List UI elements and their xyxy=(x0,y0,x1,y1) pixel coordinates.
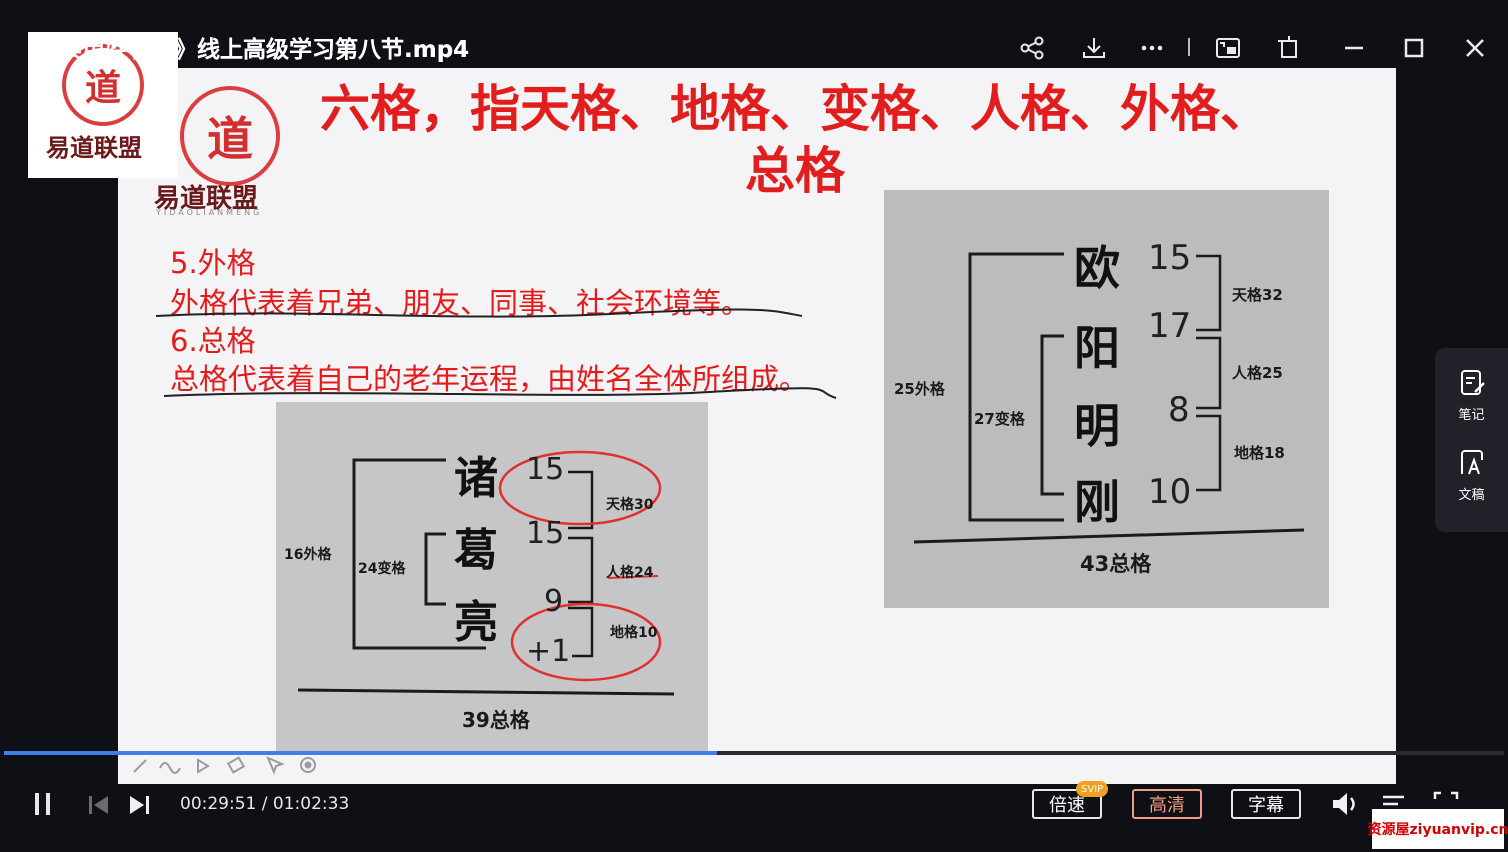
slide-logo-sub: YIDAOLIANMENG xyxy=(156,208,263,217)
ge-label: 人格24 xyxy=(606,565,654,581)
char-zhu: 诸 xyxy=(454,453,498,504)
more-icon[interactable] xyxy=(1132,28,1172,68)
change-ge-label: 24变格 xyxy=(358,561,406,577)
stroke-num: 10 xyxy=(1148,472,1192,512)
char-yang: 阳 xyxy=(1074,321,1120,375)
subtitle-button[interactable]: 字幕 xyxy=(1231,789,1301,819)
char-ming: 明 xyxy=(1074,399,1120,453)
change-ge-label: 27变格 xyxy=(974,410,1025,428)
fullscreen-button[interactable] xyxy=(1432,790,1460,810)
note-edit-icon xyxy=(1457,368,1487,398)
point5-title: 5.外格 xyxy=(170,246,256,280)
close-icon[interactable] xyxy=(1455,28,1495,68)
skip-forward-icon xyxy=(130,796,149,814)
stroke-num: 8 xyxy=(1168,390,1190,430)
char-ou: 欧 xyxy=(1074,241,1120,295)
time-display: 00:29:51 / 01:02:33 xyxy=(180,794,349,814)
volume-button[interactable] xyxy=(1330,790,1362,818)
stroke-num: 15 xyxy=(526,452,565,487)
share-icon[interactable] xyxy=(1012,28,1052,68)
annotation-tools[interactable] xyxy=(130,754,330,776)
quality-button[interactable]: 高清 xyxy=(1132,789,1202,819)
volume-icon xyxy=(1333,793,1355,815)
notes-label: 笔记 xyxy=(1458,408,1485,423)
ge-label: 地格18 xyxy=(1234,444,1285,462)
hand-underlines xyxy=(155,308,837,399)
logo-brand: 易道联盟 xyxy=(46,133,142,162)
transcript-button[interactable]: 文稿 xyxy=(1435,448,1508,503)
pin-on-top-icon[interactable] xyxy=(1268,28,1308,68)
char-liang: 亮 xyxy=(454,597,498,648)
slide-heading-line1: 六格，指天格、地格、变格、人格、外格、 xyxy=(320,80,1270,138)
total-ge-label: 43总格 xyxy=(1080,552,1152,576)
transcript-label: 文稿 xyxy=(1458,488,1485,503)
ge-label: 天格32 xyxy=(1232,286,1283,304)
side-tool-panel: 笔记 文稿 xyxy=(1435,348,1508,532)
titlebar-separator xyxy=(1188,38,1190,56)
site-watermark: 资源屋ziyuanvip.cn xyxy=(1368,809,1508,849)
notes-button[interactable]: 笔记 xyxy=(1435,368,1508,423)
stroke-num: 17 xyxy=(1148,306,1192,346)
ge-label: 人格25 xyxy=(1232,364,1283,382)
skip-back-icon xyxy=(89,796,108,814)
slide-logo-seal: 道 xyxy=(180,86,280,186)
outer-ge-label: 25外格 xyxy=(894,380,945,398)
document-ai-icon xyxy=(1457,448,1487,478)
stroke-num: 15 xyxy=(1148,238,1192,278)
minimize-icon[interactable] xyxy=(1334,28,1374,68)
stroke-num: +1 xyxy=(526,634,571,669)
current-time: 00:29:51 xyxy=(180,794,257,814)
picture-in-picture-icon[interactable] xyxy=(1208,28,1248,68)
pause-button[interactable] xyxy=(30,790,56,818)
video-file-title-overlay: 《实用姓名学》线上高级学习第八节.mp4 xyxy=(36,37,470,63)
time-separator: / xyxy=(256,794,273,814)
previous-button[interactable] xyxy=(86,792,112,818)
total-ge-label: 39总格 xyxy=(462,708,530,732)
total-time: 01:02:33 xyxy=(272,794,350,814)
pause-icon xyxy=(35,793,50,815)
stroke-num: 15 xyxy=(526,516,565,551)
fullscreen-icon xyxy=(1433,791,1459,799)
char-gang: 刚 xyxy=(1074,475,1120,529)
next-button[interactable] xyxy=(126,792,152,818)
outer-ge-label: 16外格 xyxy=(284,547,332,563)
stroke-num: 9 xyxy=(544,584,564,619)
svip-badge: SVIP xyxy=(1076,781,1109,797)
maximize-icon[interactable] xyxy=(1394,28,1434,68)
ge-label: 地格10 xyxy=(610,625,658,641)
download-icon[interactable] xyxy=(1074,28,1114,68)
progress-fill xyxy=(4,751,717,755)
ge-label: 天格30 xyxy=(606,497,654,513)
char-ge: 葛 xyxy=(454,525,498,576)
